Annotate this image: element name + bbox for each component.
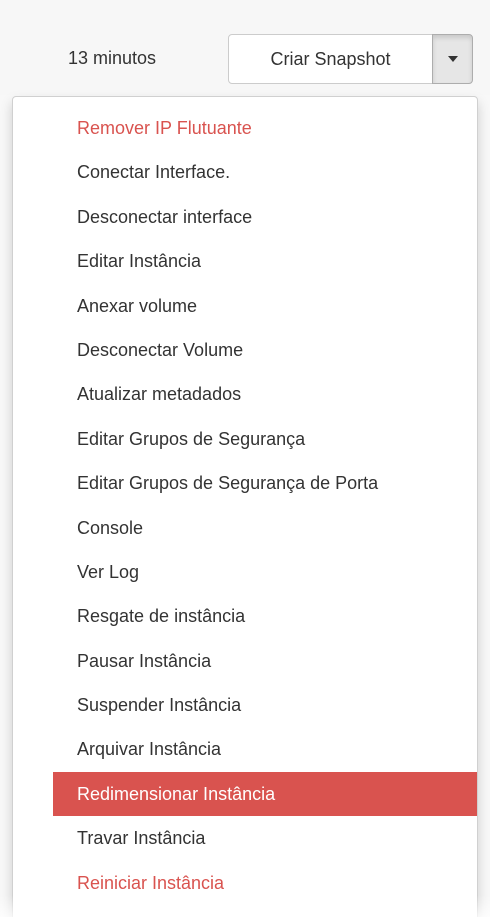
menu-item-reboot-instance[interactable]: Reiniciar Instância <box>53 861 477 905</box>
actions-dropdown-menu: Remover IP Flutuante Conectar Interface.… <box>12 96 478 917</box>
menu-item-detach-volume[interactable]: Desconectar Volume <box>53 328 477 372</box>
create-snapshot-button[interactable]: Criar Snapshot <box>228 34 433 84</box>
menu-item-edit-port-security-groups[interactable]: Editar Grupos de Segurança de Porta <box>53 461 477 505</box>
page: 13 minutos Criar Snapshot Remover IP Flu… <box>0 0 490 917</box>
menu-item-suspend-instance[interactable]: Suspender Instância <box>53 683 477 727</box>
menu-item-attach-volume[interactable]: Anexar volume <box>53 284 477 328</box>
caret-down-icon <box>447 56 458 62</box>
menu-item-pause-instance[interactable]: Pausar Instância <box>53 639 477 683</box>
snapshot-button-group: Criar Snapshot <box>228 34 473 84</box>
menu-item-view-log[interactable]: Ver Log <box>53 550 477 594</box>
elapsed-time-label: 13 minutos <box>68 48 157 68</box>
menu-item-update-metadata[interactable]: Atualizar metadados <box>53 372 477 416</box>
menu-item-remove-floating-ip[interactable]: Remover IP Flutuante <box>53 106 477 150</box>
menu-item-edit-security-groups[interactable]: Editar Grupos de Segurança <box>53 417 477 461</box>
menu-item-rescue-instance[interactable]: Resgate de instância <box>53 594 477 638</box>
menu-item-resize-instance[interactable]: Redimensionar Instância <box>53 771 477 817</box>
actions-dropdown-toggle[interactable] <box>432 34 473 84</box>
menu-item-attach-interface[interactable]: Conectar Interface. <box>53 150 477 194</box>
menu-item-detach-interface[interactable]: Desconectar interface <box>53 195 477 239</box>
menu-item-edit-instance[interactable]: Editar Instância <box>53 239 477 283</box>
menu-item-console[interactable]: Console <box>53 506 477 550</box>
menu-item-shelve-instance[interactable]: Arquivar Instância <box>53 727 477 771</box>
menu-item-lock-instance[interactable]: Travar Instância <box>53 816 477 860</box>
